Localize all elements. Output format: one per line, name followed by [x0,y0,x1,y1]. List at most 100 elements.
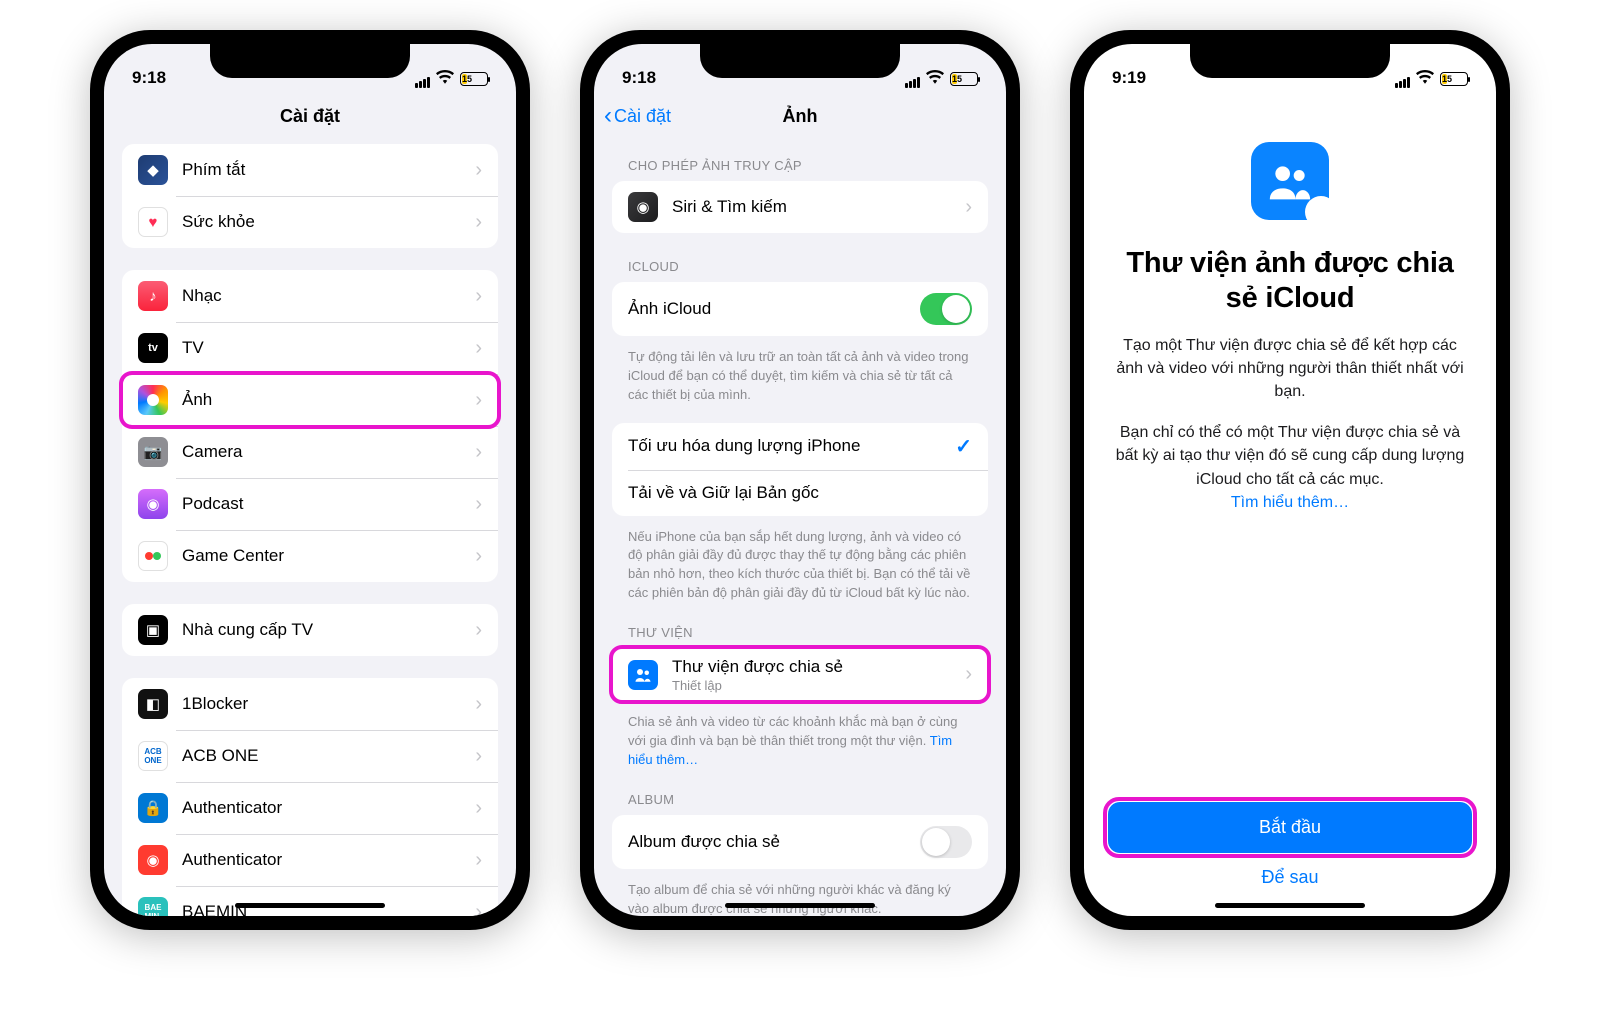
row-siri-search[interactable]: ◉ Siri & Tìm kiếm › [612,181,988,233]
app-icon: ACBONE [138,741,168,771]
siri-icon: ◉ [628,192,658,222]
start-button[interactable]: Bắt đầu [1108,802,1472,853]
settings-row-health[interactable]: ♥ Sức khỏe › [122,196,498,248]
chevron-right-icon: › [475,285,482,308]
chevron-right-icon: › [475,337,482,360]
battery-icon: 15 [950,72,978,86]
chevron-right-icon: › [475,493,482,516]
settings-row-acb[interactable]: ACBONE ACB ONE › [122,730,498,782]
status-bar: 9:19 15 [1084,44,1496,92]
chevron-right-icon: › [475,849,482,872]
phone-frame-1: 9:18 15 Cài đặt ◆ Phím tắt › ♥ Sức khỏe [90,30,530,930]
health-icon: ♥ [138,207,168,237]
settings-row-tv-provider[interactable]: ▣ Nhà cung cấp TV › [122,604,498,656]
cellular-icon [1394,71,1410,88]
section-header: CHO PHÉP ẢNH TRUY CẬP [594,140,1006,181]
chevron-right-icon: › [475,797,482,820]
navbar: ‹Cài đặt Ảnh [594,92,1006,140]
status-bar: 9:18 15 [104,44,516,92]
row-shared-library[interactable]: Thư viện được chia sẻ Thiết lập › [612,648,988,701]
settings-row-tv[interactable]: tv TV › [122,322,498,374]
home-indicator[interactable] [725,903,875,908]
wifi-icon [436,70,454,88]
chevron-right-icon: › [475,159,482,182]
music-icon: ♪ [138,281,168,311]
status-time: 9:19 [1112,68,1146,88]
shortcuts-icon: ◆ [138,155,168,185]
app-icon: ◧ [138,689,168,719]
tv-icon: tv [138,333,168,363]
page-title: Cài đặt [280,106,340,127]
chevron-right-icon: › [475,619,482,642]
chevron-right-icon: › [965,663,972,686]
app-icon: ◉ [138,845,168,875]
camera-icon: 📷 [138,437,168,467]
shared-library-hero-icon [1251,142,1329,220]
phone-frame-3: 9:19 15 Thư viện ảnh được chia sẻ iCloud… [1070,30,1510,930]
settings-row-shortcuts[interactable]: ◆ Phím tắt › [122,144,498,196]
home-indicator[interactable] [235,903,385,908]
settings-row-podcast[interactable]: ◉ Podcast › [122,478,498,530]
shared-library-onboarding-screen: 9:19 15 Thư viện ảnh được chia sẻ iCloud… [1084,44,1496,916]
wifi-icon [926,70,944,88]
footer-shared: Chia sẻ ảnh và video từ các khoảnh khắc … [594,705,1006,774]
shared-library-icon [628,660,658,690]
settings-screen: 9:18 15 Cài đặt ◆ Phím tắt › ♥ Sức khỏe [104,44,516,916]
footer-icloud: Tự động tải lên và lưu trữ an toàn tất c… [594,340,1006,409]
shared-albums-toggle[interactable] [920,826,972,858]
tv-provider-icon: ▣ [138,615,168,645]
chevron-right-icon: › [475,389,482,412]
status-time: 9:18 [132,68,166,88]
app-icon: 🔒 [138,793,168,823]
photos-settings-screen: 9:18 15 ‹Cài đặt Ảnh CHO PHÉP ẢNH TRUY C… [594,44,1006,916]
chevron-right-icon: › [475,901,482,917]
page-title: Ảnh [783,106,818,127]
row-optimize[interactable]: Tối ưu hóa dung lượng iPhone ✓ [612,423,988,470]
chevron-right-icon: › [475,441,482,464]
settings-row-music[interactable]: ♪ Nhạc › [122,270,498,322]
settings-row-camera[interactable]: 📷 Camera › [122,426,498,478]
status-time: 9:18 [622,68,656,88]
row-icloud-photos[interactable]: Ảnh iCloud [612,282,988,336]
settings-row-authenticator-1[interactable]: 🔒 Authenticator › [122,782,498,834]
checkmark-icon: ✓ [955,434,972,459]
section-header: ICLOUD [594,241,1006,282]
settings-row-photos[interactable]: Ảnh › [122,374,498,426]
settings-row-baemin[interactable]: BAEMIN BAEMIN › [122,886,498,916]
back-button[interactable]: ‹Cài đặt [604,104,671,128]
chevron-right-icon: › [475,545,482,568]
chevron-left-icon: ‹ [604,104,612,128]
footer-optimize: Nếu iPhone của bạn sắp hết dung lượng, ả… [594,520,1006,607]
cellular-icon [904,71,920,88]
later-button[interactable]: Để sau [1261,867,1318,896]
settings-row-gamecenter[interactable]: Game Center › [122,530,498,582]
phone-frame-2: 9:18 15 ‹Cài đặt Ảnh CHO PHÉP ẢNH TRUY C… [580,30,1020,930]
section-header: THƯ VIỆN [594,607,1006,648]
onboarding-heading: Thư viện ảnh được chia sẻ iCloud [1108,246,1472,316]
learn-more-link[interactable]: Tìm hiểu thêm… [1231,494,1349,511]
settings-row-authenticator-2[interactable]: ◉ Authenticator › [122,834,498,886]
app-icon: BAEMIN [138,897,168,916]
section-header: ALBUM [594,774,1006,815]
onboarding-paragraph-1: Tạo một Thư viện được chia sẻ để kết hợp… [1108,334,1472,404]
podcast-icon: ◉ [138,489,168,519]
icloud-photos-toggle[interactable] [920,293,972,325]
settings-row-1blocker[interactable]: ◧ 1Blocker › [122,678,498,730]
footer-album: Tạo album để chia sẻ với những người khá… [594,873,1006,916]
home-indicator[interactable] [1215,903,1365,908]
chevron-right-icon: › [475,745,482,768]
chevron-right-icon: › [475,693,482,716]
cellular-icon [414,71,430,88]
status-bar: 9:18 15 [594,44,1006,92]
battery-icon: 15 [1440,72,1468,86]
row-shared-albums[interactable]: Album được chia sẻ [612,815,988,869]
gamecenter-icon [138,541,168,571]
chevron-right-icon: › [475,211,482,234]
battery-icon: 15 [460,72,488,86]
navbar: Cài đặt [104,92,516,140]
onboarding-paragraph-2: Bạn chỉ có thể có một Thư viện được chia… [1108,421,1472,514]
chevron-right-icon: › [965,196,972,219]
wifi-icon [1416,70,1434,88]
row-download-originals[interactable]: Tải về và Giữ lại Bản gốc [612,470,988,516]
photos-icon [138,385,168,415]
